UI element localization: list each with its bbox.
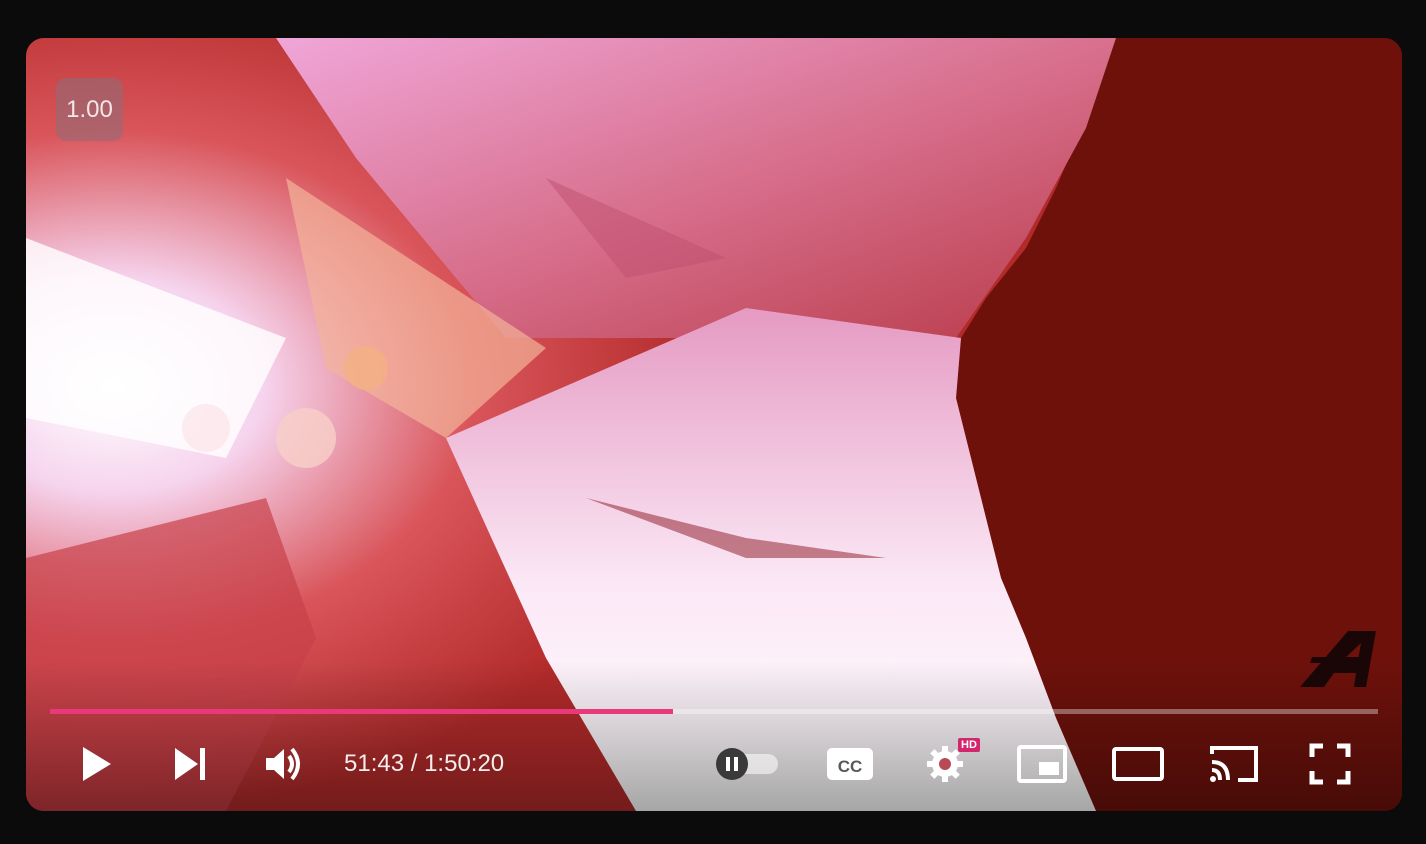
next-button[interactable] <box>170 734 210 794</box>
theater-mode-button[interactable] <box>1112 734 1164 794</box>
time-separator: / <box>404 750 425 777</box>
miniplayer-button[interactable] <box>1016 734 1068 794</box>
hd-badge: HD <box>958 738 980 752</box>
miniplayer-icon <box>1017 745 1067 783</box>
progress-bar[interactable] <box>50 709 1378 714</box>
pause-toggle-icon <box>716 748 778 780</box>
time-current: 51:43 <box>344 750 405 777</box>
autoplay-toggle[interactable] <box>708 734 782 794</box>
channel-logo-icon[interactable] <box>1298 629 1378 689</box>
video-player[interactable]: 1.00 51:43 / 1:50:20 CC HD <box>26 38 1402 811</box>
progress-played <box>50 709 673 714</box>
cast-button[interactable] <box>1208 734 1260 794</box>
volume-button[interactable] <box>262 734 306 794</box>
video-frame[interactable] <box>26 38 1402 811</box>
play-button[interactable] <box>74 734 118 794</box>
playback-speed-badge: 1.00 <box>56 78 123 141</box>
controls-bar: 51:43 / 1:50:20 CC HD <box>26 734 1402 794</box>
fullscreen-button[interactable] <box>1308 734 1352 794</box>
cast-icon <box>1210 746 1258 782</box>
captions-button[interactable]: CC <box>824 734 876 794</box>
volume-icon <box>266 747 300 781</box>
svg-text:CC: CC <box>838 757 863 776</box>
fullscreen-icon <box>1309 743 1351 785</box>
time-total: 1:50:20 <box>424 750 505 777</box>
play-icon <box>83 747 111 781</box>
time-display: 51:43 / 1:50:20 <box>344 734 504 794</box>
theater-icon <box>1112 747 1164 781</box>
cc-icon: CC <box>827 748 873 780</box>
skip-next-icon <box>175 748 205 780</box>
